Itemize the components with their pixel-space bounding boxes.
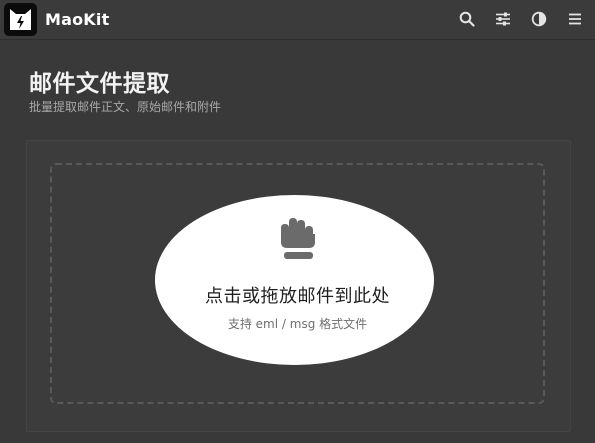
contrast-icon[interactable] [530, 10, 548, 28]
logo-cat-icon [10, 9, 31, 30]
page-title: 邮件文件提取 [29, 71, 170, 97]
app-name[interactable]: MaoKit [45, 10, 109, 29]
sliders-icon[interactable] [494, 10, 512, 28]
upload-title: 点击或拖放邮件到此处 [205, 286, 390, 307]
top-bar: MaoKit [0, 0, 595, 40]
menu-icon[interactable] [566, 10, 584, 28]
grab-hand-icon [281, 218, 315, 259]
page-subtitle: 批量提取邮件正文、原始邮件和附件 [29, 100, 222, 114]
search-icon[interactable] [458, 10, 476, 28]
app-logo[interactable] [4, 3, 37, 36]
upload-hint: 支持 eml / msg 格式文件 [227, 317, 368, 331]
